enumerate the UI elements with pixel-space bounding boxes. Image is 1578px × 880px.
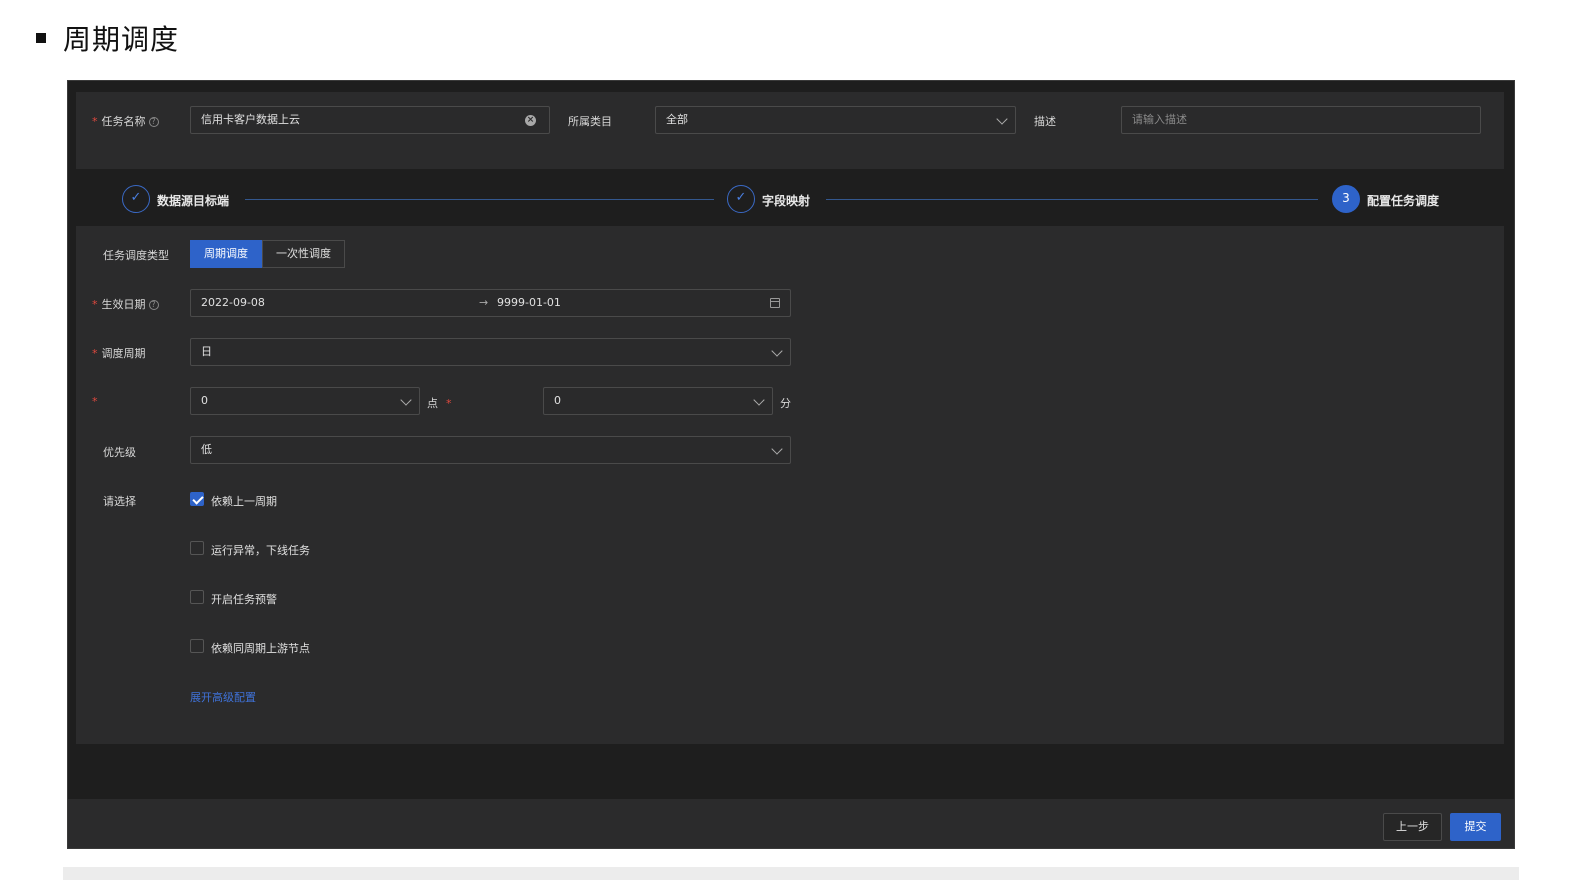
step-connector <box>245 199 714 200</box>
task-alert-checkbox[interactable] <box>190 590 204 604</box>
one-time-schedule-option[interactable]: 一次性调度 <box>262 240 345 268</box>
chevron-down-icon <box>771 443 783 455</box>
category-label: 所属类目 <box>568 115 612 128</box>
chevron-down-icon <box>753 394 765 406</box>
step-3-label: 配置任务调度 <box>1367 194 1440 208</box>
page-title: 周期调度 <box>63 23 180 56</box>
depend-upstream-label: 依赖同周期上游节点 <box>211 642 310 655</box>
help-icon[interactable]: ? <box>148 300 159 310</box>
steps-bar: ✓ 数据源目标端 ✓ 字段映射 3 配置任务调度 <box>76 169 1504 226</box>
depend-upstream-checkbox[interactable] <box>190 639 204 653</box>
schedule-type-label: 任务调度类型 <box>103 249 169 262</box>
offline-on-error-checkbox[interactable] <box>190 541 204 555</box>
category-select[interactable]: 全部 <box>655 106 1016 134</box>
step-1-label: 数据源目标端 <box>157 194 230 208</box>
date-end: 9999-01-01 <box>497 296 561 309</box>
calendar-icon <box>770 298 780 308</box>
hour-value: 0 <box>201 394 208 407</box>
schedule-type-toggle: 周期调度 一次性调度 <box>190 240 345 268</box>
bullet-icon <box>36 33 46 43</box>
hour-unit-label: 点 * <box>427 397 452 410</box>
app-screenshot-frame: * 任务名称? 信用卡客户数据上云 × 所属类目 全部 描述 请输入描述 ✓ 数据… <box>67 80 1515 849</box>
category-value: 全部 <box>666 113 688 126</box>
depend-previous-cycle-label: 依赖上一周期 <box>211 495 277 508</box>
step-1-check-icon: ✓ <box>122 185 150 213</box>
page-divider <box>63 867 1519 880</box>
desc-input[interactable]: 请输入描述 <box>1121 106 1481 134</box>
chevron-down-icon <box>771 345 783 357</box>
submit-button[interactable]: 提交 <box>1450 813 1501 841</box>
task-name-label: * 任务名称? <box>92 113 159 129</box>
desc-label: 描述 <box>1034 115 1056 128</box>
priority-value: 低 <box>201 443 212 456</box>
effective-date-label: * 生效日期? <box>92 296 159 312</box>
step-2-label: 字段映射 <box>762 194 811 208</box>
task-name-value: 信用卡客户数据上云 <box>201 113 300 126</box>
options-label: 请选择 <box>103 495 136 508</box>
hour-select[interactable]: 0 <box>190 387 420 415</box>
schedule-cycle-label: * 调度周期 <box>92 347 146 360</box>
footer-actions: 上一步 提交 <box>68 799 1514 848</box>
step-3-number: 3 <box>1332 185 1360 213</box>
desc-placeholder: 请输入描述 <box>1132 113 1187 126</box>
depend-previous-cycle-checkbox[interactable] <box>190 492 204 506</box>
clear-icon[interactable]: × <box>525 115 536 126</box>
task-alert-label: 开启任务预警 <box>211 593 277 606</box>
effective-date-range-picker[interactable]: 2022-09-08 → 9999-01-01 <box>190 289 791 317</box>
step-2-check-icon: ✓ <box>727 185 755 213</box>
help-icon[interactable]: ? <box>148 117 159 127</box>
task-basic-info-panel: * 任务名称? 信用卡客户数据上云 × 所属类目 全部 描述 请输入描述 <box>76 92 1504 169</box>
chevron-down-icon <box>996 113 1008 125</box>
priority-label: 优先级 <box>103 446 136 459</box>
periodic-schedule-option[interactable]: 周期调度 <box>190 240 262 268</box>
time-required-mark: * <box>92 395 98 408</box>
doc-heading: 周期调度 <box>36 18 179 58</box>
date-start: 2022-09-08 <box>201 296 265 309</box>
minute-unit-label: 分 <box>780 397 791 410</box>
expand-advanced-link[interactable]: 展开高级配置 <box>190 689 256 705</box>
arrow-right-icon: → <box>479 296 489 309</box>
chevron-down-icon <box>400 394 412 406</box>
required-mark: * <box>92 347 98 360</box>
priority-select[interactable]: 低 <box>190 436 791 464</box>
task-name-input[interactable]: 信用卡客户数据上云 × <box>190 106 550 134</box>
cycle-value: 日 <box>201 345 212 358</box>
minute-value: 0 <box>554 394 561 407</box>
minute-select[interactable]: 0 <box>543 387 773 415</box>
step-connector <box>826 199 1318 200</box>
required-mark: * <box>92 115 98 128</box>
prev-step-button[interactable]: 上一步 <box>1383 813 1442 841</box>
offline-on-error-label: 运行异常，下线任务 <box>211 544 310 557</box>
schedule-config-panel: 任务调度类型 周期调度 一次性调度 * 生效日期? 2022-09-08 → 99… <box>76 226 1504 744</box>
required-mark: * <box>92 298 98 311</box>
schedule-cycle-select[interactable]: 日 <box>190 338 791 366</box>
